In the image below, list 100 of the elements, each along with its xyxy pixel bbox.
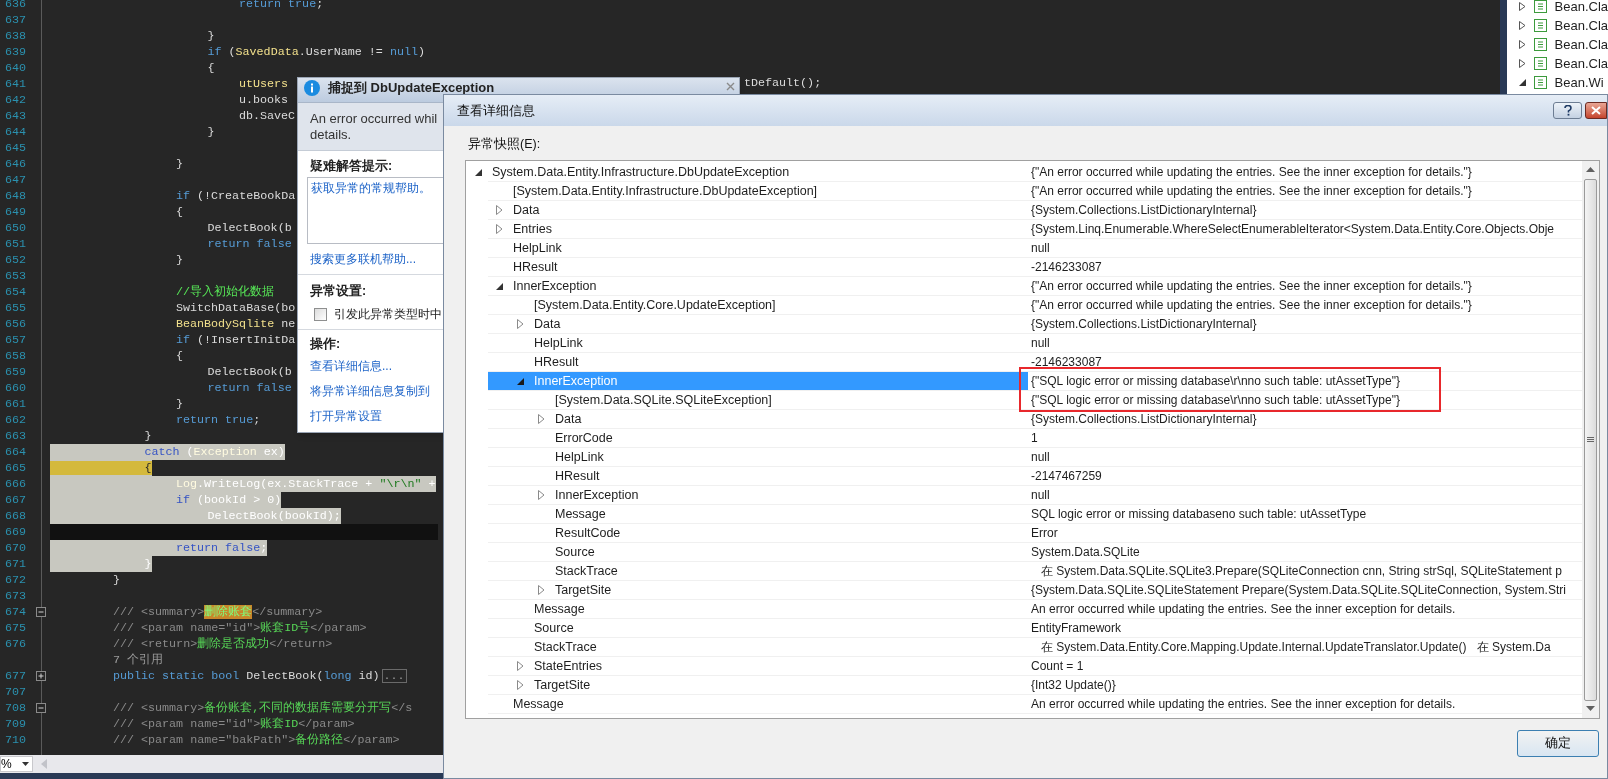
line-number: 637 xyxy=(5,13,27,27)
line-number: 663 xyxy=(5,429,27,443)
code-line: } xyxy=(175,396,183,412)
tree-item[interactable]: HelpLink xyxy=(488,334,1028,353)
popup-title: 捕捉到 DbUpdateException xyxy=(328,80,495,95)
code-line: tDefault(); xyxy=(744,75,822,93)
help-link[interactable]: 将异常详细信息复制到 xyxy=(310,383,430,399)
expanded-arrow-icon[interactable] xyxy=(517,378,524,385)
tree-item[interactable]: Entries xyxy=(488,220,1028,239)
line-number: 646 xyxy=(5,157,27,171)
tree-value: {"An error occurred while updating the entries. See the inner exception for details."} xyxy=(1028,296,1582,315)
code-line: u.books xyxy=(238,92,289,108)
collapsed-arrow-icon[interactable] xyxy=(517,319,524,329)
tree-item[interactable]: ResultCode xyxy=(488,524,1028,543)
line-number: 649 xyxy=(5,205,27,219)
code-line: utUsers xyxy=(238,76,289,92)
help-button[interactable] xyxy=(1553,102,1582,119)
tree-item[interactable]: Message xyxy=(488,505,1028,524)
tree-item[interactable]: HelpLink xyxy=(488,239,1028,258)
ok-button[interactable]: 确定 xyxy=(1517,730,1599,757)
close-icon[interactable] xyxy=(726,82,735,91)
tree-item[interactable]: TargetSite xyxy=(488,676,1028,695)
tree-value: -2146233087 xyxy=(1028,258,1582,277)
scroll-down-icon[interactable] xyxy=(1586,706,1595,711)
tree-value: {"SQL logic error or missing database\r\nno such table: utAssetType"} xyxy=(1028,372,1582,391)
collapsed-arrow-icon[interactable] xyxy=(1518,40,1526,49)
code-line: } xyxy=(175,156,183,172)
line-number: 658 xyxy=(5,349,27,363)
collapsed-arrow-icon[interactable] xyxy=(538,585,545,595)
line-number: 677 xyxy=(5,669,27,683)
tree-item[interactable]: Bean.Cla xyxy=(1506,16,1608,35)
code-line: /// <summary>备份账套,不同的数据库需要分开写</s xyxy=(112,700,413,716)
tree-item[interactable]: Bean.Cla xyxy=(1506,0,1608,16)
help-link[interactable]: 搜索更多联机帮助... xyxy=(310,251,416,267)
tree-item[interactable]: Message xyxy=(488,695,1028,714)
line-number: 647 xyxy=(5,173,27,187)
tree-item[interactable]: Bean.Wi xyxy=(1506,73,1608,92)
tree-item[interactable]: StackTrace xyxy=(488,562,1028,581)
reference-count[interactable]: 7 个引用 xyxy=(50,652,164,668)
code-line: return false xyxy=(206,380,292,396)
tree-item[interactable]: HelpLink xyxy=(488,448,1028,467)
tree-item[interactable]: [System.Data.SQLite.SQLiteException] xyxy=(488,391,1028,410)
collapsed-arrow-icon[interactable] xyxy=(517,680,524,690)
tree-item[interactable]: InnerException xyxy=(488,277,1028,296)
line-number: 659 xyxy=(5,365,27,379)
tree-item[interactable]: HResult xyxy=(488,467,1028,486)
tree-item[interactable]: Source xyxy=(488,619,1028,638)
help-link[interactable]: 查看详细信息... xyxy=(310,358,392,374)
tree-item[interactable]: Source xyxy=(488,543,1028,562)
line-number: 636 xyxy=(5,0,27,11)
tree-item[interactable]: Data xyxy=(488,315,1028,334)
help-link[interactable]: 获取异常的常规帮助。 xyxy=(311,180,431,196)
tree-item[interactable]: InnerException xyxy=(488,486,1028,505)
scrollbar[interactable] xyxy=(1582,161,1599,718)
collapse-icon[interactable] xyxy=(36,607,46,617)
tree-value: null xyxy=(1028,448,1582,467)
collapsed-arrow-icon[interactable] xyxy=(1518,59,1526,68)
collapsed-arrow-icon[interactable] xyxy=(496,205,503,215)
line-number: 650 xyxy=(5,221,27,235)
zoom-dropdown[interactable]: % xyxy=(0,756,33,772)
help-link[interactable]: 打开异常设置 xyxy=(310,408,382,424)
collapse-icon[interactable] xyxy=(36,703,46,713)
tree-value: -2146233087 xyxy=(1028,353,1582,372)
collapsed-arrow-icon[interactable] xyxy=(517,661,524,671)
line-number: 660 xyxy=(5,381,27,395)
line-number: 667 xyxy=(5,493,27,507)
tree-value: null xyxy=(1028,334,1582,353)
tree-item[interactable]: Data xyxy=(488,410,1028,429)
tree-item[interactable]: HResult xyxy=(488,258,1028,277)
tree-value: {"An error occurred while updating the entries. See the inner exception for details."} xyxy=(1028,163,1582,182)
scroll-up-icon[interactable] xyxy=(1586,167,1595,172)
tree-item[interactable]: StackTrace xyxy=(488,638,1028,657)
tree-item[interactable]: Bean.Cla xyxy=(1506,35,1608,54)
scrollbar-thumb[interactable] xyxy=(1584,179,1597,701)
code-line: if (!CreateBookDa xyxy=(175,188,296,204)
tree-value: An error occurred while updating the entries. See the inner exception for details. xyxy=(1028,695,1582,714)
tree-item[interactable]: Message xyxy=(488,600,1028,619)
expand-icon[interactable] xyxy=(36,671,46,681)
grip-icon xyxy=(1587,437,1594,443)
expanded-arrow-icon[interactable] xyxy=(496,283,503,290)
checkbox[interactable] xyxy=(314,307,327,321)
expanded-arrow-icon[interactable] xyxy=(475,169,482,176)
field-label: 异常快照(E): xyxy=(468,136,541,152)
tree-item[interactable]: Bean.Cla xyxy=(1506,54,1608,73)
tree-item[interactable]: Data xyxy=(488,201,1028,220)
tree-item[interactable]: TargetSite xyxy=(488,581,1028,600)
expanded-arrow-icon[interactable] xyxy=(1518,79,1526,86)
collapsed-arrow-icon[interactable] xyxy=(1518,2,1526,11)
collapsed-arrow-icon[interactable] xyxy=(496,224,503,234)
line-number: 661 xyxy=(5,397,27,411)
tree-item[interactable]: [System.Data.Entity.Infrastructure.DbUpdateException] xyxy=(488,182,1028,201)
tree-item[interactable]: [System.Data.Entity.Core.UpdateException] xyxy=(488,296,1028,315)
tree-item[interactable]: StateEntries xyxy=(488,657,1028,676)
tree-item[interactable]: ErrorCode xyxy=(488,429,1028,448)
collapsed-arrow-icon[interactable] xyxy=(1518,21,1526,30)
code-file-icon xyxy=(1533,38,1547,51)
collapsed-arrow-icon[interactable] xyxy=(538,490,545,500)
tree-item[interactable]: System.Data.Entity.Infrastructure.DbUpdateException xyxy=(488,163,1028,182)
collapsed-arrow-icon[interactable] xyxy=(538,414,545,424)
close-button[interactable] xyxy=(1585,102,1607,119)
